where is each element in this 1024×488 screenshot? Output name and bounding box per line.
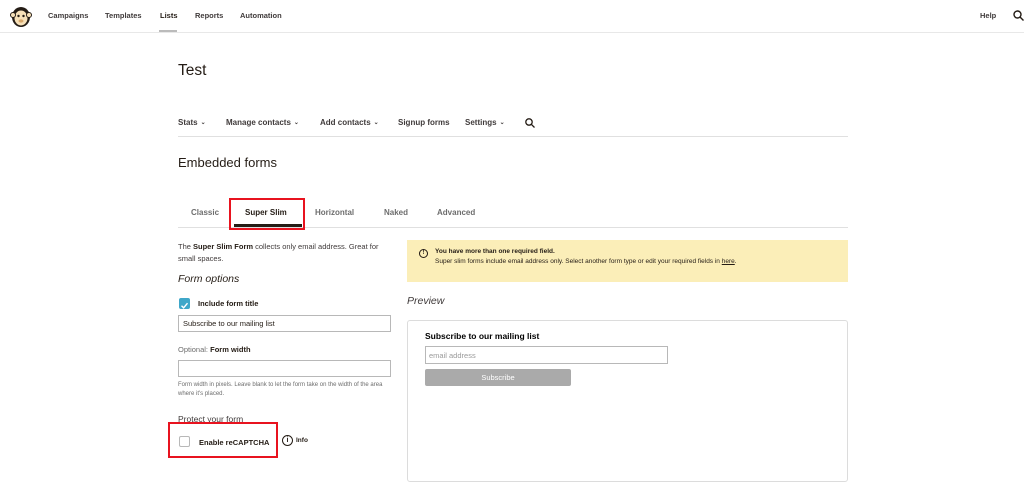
subnav-add-contacts[interactable]: Add contacts ⌄ <box>320 118 379 127</box>
subnav-signup-forms[interactable]: Signup forms <box>398 118 450 127</box>
warning-body: Super slim forms include email address o… <box>435 257 835 266</box>
nav-active-indicator <box>159 30 177 32</box>
info-icon[interactable]: i <box>282 435 293 446</box>
check-icon <box>181 302 189 309</box>
chevron-down-icon: ⌄ <box>293 120 299 126</box>
chevron-down-icon: ⌄ <box>200 120 206 126</box>
highlight-box-recaptcha <box>168 422 278 458</box>
nav-reports[interactable]: Reports <box>195 11 223 20</box>
subnav-stats[interactable]: Stats ⌄ <box>178 118 206 127</box>
warning-icon: ! <box>419 249 428 258</box>
nav-templates[interactable]: Templates <box>105 11 142 20</box>
form-description: The Super Slim Form collects only email … <box>178 241 393 265</box>
preview-form-title: Subscribe to our mailing list <box>425 331 540 341</box>
warning-banner: ! You have more than one required field.… <box>407 240 848 282</box>
subnav-settings[interactable]: Settings ⌄ <box>465 118 505 127</box>
chevron-down-icon: ⌄ <box>373 120 379 126</box>
subnav-stats-label: Stats <box>178 118 198 127</box>
tab-naked[interactable]: Naked <box>384 208 408 217</box>
preview-email-input[interactable] <box>425 346 668 364</box>
desc-prefix: The <box>178 242 194 251</box>
form-options-heading: Form options <box>178 273 240 285</box>
search-icon[interactable] <box>525 118 535 128</box>
form-width-input[interactable] <box>178 360 391 377</box>
form-width-label-text: Form width <box>210 345 251 354</box>
nav-campaigns[interactable]: Campaigns <box>48 11 88 20</box>
form-title-input[interactable] <box>178 315 391 332</box>
form-width-label: Optional: Form width <box>178 345 251 354</box>
search-icon[interactable] <box>1013 10 1024 21</box>
subnav-manage-contacts-label: Manage contacts <box>226 118 291 127</box>
preview-subscribe-button[interactable]: Subscribe <box>425 369 571 386</box>
top-nav-bar: Campaigns Templates Lists Reports Automa… <box>0 0 1024 33</box>
chevron-down-icon: ⌄ <box>499 120 505 126</box>
include-title-checkbox[interactable] <box>179 298 190 309</box>
preview-panel <box>407 320 848 482</box>
warning-link-here[interactable]: here <box>722 258 735 265</box>
nav-lists[interactable]: Lists <box>160 11 178 20</box>
warning-body-end: . <box>734 258 737 265</box>
info-link[interactable]: Info <box>296 437 308 444</box>
form-width-help: Form width in pixels. Leave blank to let… <box>178 382 383 397</box>
subnav-add-contacts-label: Add contacts <box>320 118 371 127</box>
tab-classic[interactable]: Classic <box>191 208 219 217</box>
subnav-manage-contacts[interactable]: Manage contacts ⌄ <box>226 118 299 127</box>
preview-heading: Preview <box>407 295 445 307</box>
section-title: Embedded forms <box>178 155 277 170</box>
nav-help[interactable]: Help <box>980 11 996 20</box>
tab-advanced[interactable]: Advanced <box>437 208 475 217</box>
tab-horizontal[interactable]: Horizontal <box>315 208 354 217</box>
subnav-signup-forms-label: Signup forms <box>398 118 450 127</box>
subnav-settings-label: Settings <box>465 118 497 127</box>
mailchimp-logo[interactable] <box>9 3 33 29</box>
warning-title: You have more than one required field. <box>435 248 555 255</box>
desc-form-name: Super Slim Form <box>193 242 254 251</box>
subnav-divider <box>178 136 848 137</box>
nav-automation[interactable]: Automation <box>240 11 282 20</box>
optional-prefix: Optional: <box>178 345 211 354</box>
include-title-label[interactable]: Include form title <box>198 299 258 308</box>
highlight-box-tab <box>229 198 305 230</box>
warning-body-text: Super slim forms include email address o… <box>435 258 720 265</box>
page-title: Test <box>178 62 207 79</box>
